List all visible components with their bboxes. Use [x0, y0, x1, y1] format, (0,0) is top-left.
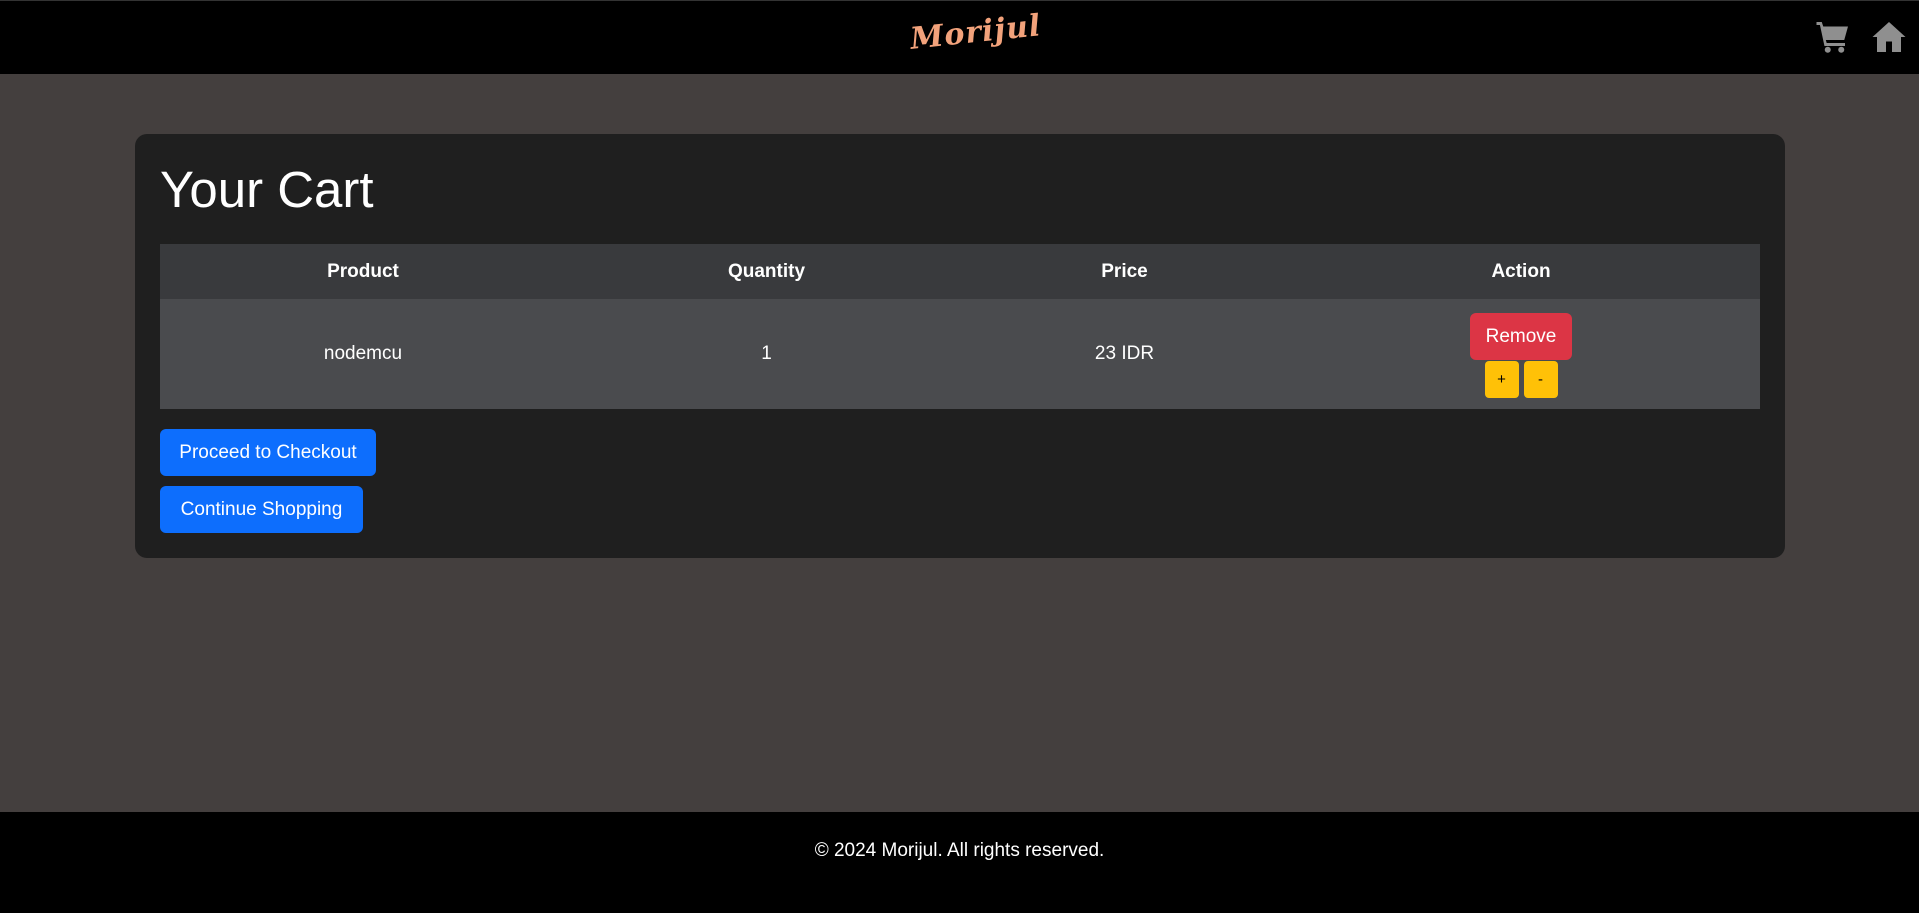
- footer-text: © 2024 Morijul. All rights reserved.: [814, 840, 1105, 861]
- cart-icon[interactable]: [1815, 19, 1851, 55]
- navbar: Morijul: [0, 0, 1919, 74]
- increase-quantity-button[interactable]: +: [1484, 360, 1519, 398]
- action-cell: Remove + -: [1282, 299, 1760, 409]
- cart-card: Your Cart Product Quantity Price Action …: [135, 134, 1785, 558]
- remove-button[interactable]: Remove: [1469, 312, 1573, 360]
- column-header-price: Price: [967, 244, 1282, 299]
- product-cell: nodemcu: [160, 299, 566, 409]
- home-icon[interactable]: [1871, 19, 1907, 55]
- table-row: nodemcu 1 23 IDR Remove + -: [160, 299, 1760, 409]
- column-header-action: Action: [1282, 244, 1760, 299]
- footer: © 2024 Morijul. All rights reserved.: [0, 812, 1919, 913]
- column-header-quantity: Quantity: [566, 244, 967, 299]
- nav-icons: [1815, 19, 1907, 55]
- checkout-button[interactable]: Proceed to Checkout: [160, 429, 376, 476]
- cart-table: Product Quantity Price Action nodemcu 1 …: [160, 244, 1760, 409]
- quantity-controls: + -: [1282, 360, 1760, 398]
- page-title: Your Cart: [160, 161, 374, 218]
- decrease-quantity-button[interactable]: -: [1523, 360, 1558, 398]
- column-header-product: Product: [160, 244, 566, 299]
- quantity-cell: 1: [566, 299, 967, 409]
- table-header-row: Product Quantity Price Action: [160, 244, 1760, 299]
- continue-shopping-button[interactable]: Continue Shopping: [160, 486, 363, 533]
- brand-logo[interactable]: Morijul: [909, 8, 1043, 57]
- price-cell: 23 IDR: [967, 299, 1282, 409]
